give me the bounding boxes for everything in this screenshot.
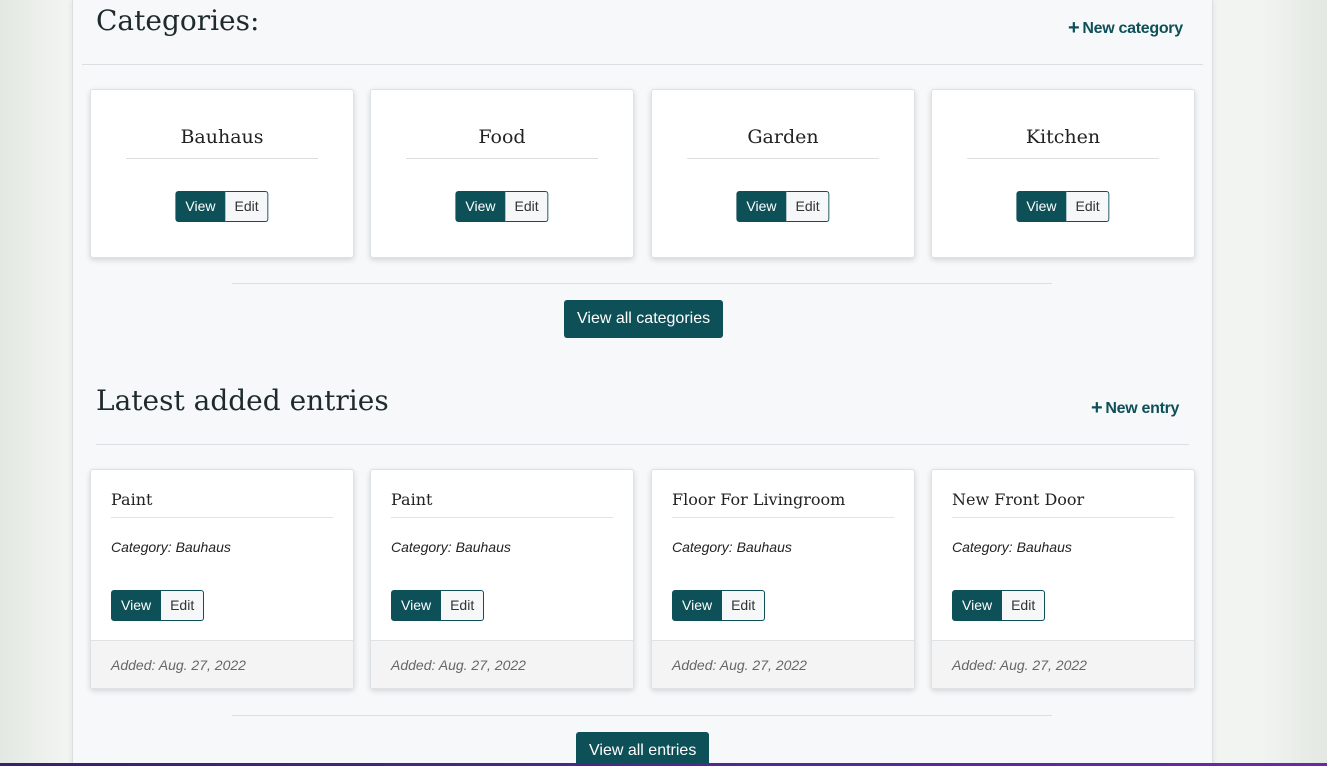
category-name: Garden bbox=[747, 126, 819, 148]
entry-actions: View Edit bbox=[391, 590, 485, 621]
categories-heading: Categories: bbox=[96, 4, 260, 37]
edit-button[interactable]: Edit bbox=[225, 191, 269, 222]
entry-category: Category: Bauhaus bbox=[391, 539, 511, 555]
entry-title: Floor For Livingroom bbox=[672, 490, 846, 509]
entries-heading: Latest added entries bbox=[96, 384, 389, 417]
entry-title: Paint bbox=[111, 490, 153, 509]
view-button[interactable]: View bbox=[391, 590, 442, 621]
new-entry-label: New entry bbox=[1105, 400, 1180, 417]
divider bbox=[967, 158, 1159, 159]
category-actions: View Edit bbox=[455, 191, 549, 222]
divider bbox=[126, 158, 318, 159]
categories-bottom-divider bbox=[232, 283, 1052, 284]
category-actions: View Edit bbox=[175, 191, 269, 222]
view-all-categories-button[interactable]: View all categories bbox=[564, 300, 724, 338]
main-container: Categories: + New category Bauhaus View E… bbox=[72, 0, 1213, 766]
new-entry-link[interactable]: + New entry bbox=[1091, 396, 1179, 419]
entry-footer: Added: Aug. 27, 2022 bbox=[932, 640, 1194, 688]
edit-button[interactable]: Edit bbox=[722, 590, 766, 621]
entry-added-date: Added: Aug. 27, 2022 bbox=[672, 657, 807, 673]
entry-title: New Front Door bbox=[952, 490, 1085, 509]
divider bbox=[672, 517, 894, 518]
divider bbox=[111, 517, 333, 518]
view-button[interactable]: View bbox=[455, 191, 506, 222]
entry-category: Category: Bauhaus bbox=[952, 539, 1072, 555]
divider bbox=[406, 158, 598, 159]
entry-actions: View Edit bbox=[111, 590, 205, 621]
category-name: Kitchen bbox=[1025, 126, 1101, 148]
view-button[interactable]: View bbox=[736, 191, 787, 222]
entries-bottom-divider bbox=[232, 715, 1052, 716]
edit-button[interactable]: Edit bbox=[505, 191, 549, 222]
view-button[interactable]: View bbox=[952, 590, 1003, 621]
edit-button[interactable]: Edit bbox=[1002, 590, 1046, 621]
edit-button[interactable]: Edit bbox=[1066, 191, 1110, 222]
categories-divider bbox=[82, 64, 1203, 65]
plus-icon: + bbox=[1091, 397, 1103, 419]
entry-footer: Added: Aug. 27, 2022 bbox=[91, 640, 353, 688]
entry-category: Category: Bauhaus bbox=[672, 539, 792, 555]
edit-button[interactable]: Edit bbox=[786, 191, 830, 222]
view-all-entries-button[interactable]: View all entries bbox=[576, 732, 710, 766]
entries-divider bbox=[96, 444, 1189, 445]
entry-added-date: Added: Aug. 27, 2022 bbox=[952, 657, 1087, 673]
entry-category: Category: Bauhaus bbox=[111, 539, 231, 555]
category-card: Garden View Edit bbox=[651, 89, 915, 258]
category-actions: View Edit bbox=[736, 191, 830, 222]
category-card: Food View Edit bbox=[370, 89, 634, 258]
category-name: Bauhaus bbox=[180, 126, 264, 148]
entry-actions: View Edit bbox=[672, 590, 766, 621]
view-button[interactable]: View bbox=[672, 590, 723, 621]
entry-title: Paint bbox=[391, 490, 433, 509]
entry-card: New Front Door Category: Bauhaus View Ed… bbox=[931, 469, 1195, 689]
divider bbox=[391, 517, 613, 518]
entry-card: Paint Category: Bauhaus View Edit Added:… bbox=[90, 469, 354, 689]
new-category-link[interactable]: + New category bbox=[1068, 16, 1183, 39]
divider bbox=[687, 158, 879, 159]
entry-added-date: Added: Aug. 27, 2022 bbox=[111, 657, 246, 673]
category-card: Bauhaus View Edit bbox=[90, 89, 354, 258]
category-card: Kitchen View Edit bbox=[931, 89, 1195, 258]
view-button[interactable]: View bbox=[175, 191, 226, 222]
edit-button[interactable]: Edit bbox=[161, 590, 205, 621]
entry-added-date: Added: Aug. 27, 2022 bbox=[391, 657, 526, 673]
view-button[interactable]: View bbox=[111, 590, 162, 621]
view-button[interactable]: View bbox=[1016, 191, 1067, 222]
edit-button[interactable]: Edit bbox=[441, 590, 485, 621]
entry-card: Floor For Livingroom Category: Bauhaus V… bbox=[651, 469, 915, 689]
entry-footer: Added: Aug. 27, 2022 bbox=[652, 640, 914, 688]
plus-icon: + bbox=[1068, 17, 1080, 39]
divider bbox=[952, 517, 1174, 518]
entry-actions: View Edit bbox=[952, 590, 1046, 621]
category-name: Food bbox=[478, 126, 526, 148]
new-category-label: New category bbox=[1082, 20, 1183, 37]
entry-footer: Added: Aug. 27, 2022 bbox=[371, 640, 633, 688]
entry-card: Paint Category: Bauhaus View Edit Added:… bbox=[370, 469, 634, 689]
category-actions: View Edit bbox=[1016, 191, 1110, 222]
